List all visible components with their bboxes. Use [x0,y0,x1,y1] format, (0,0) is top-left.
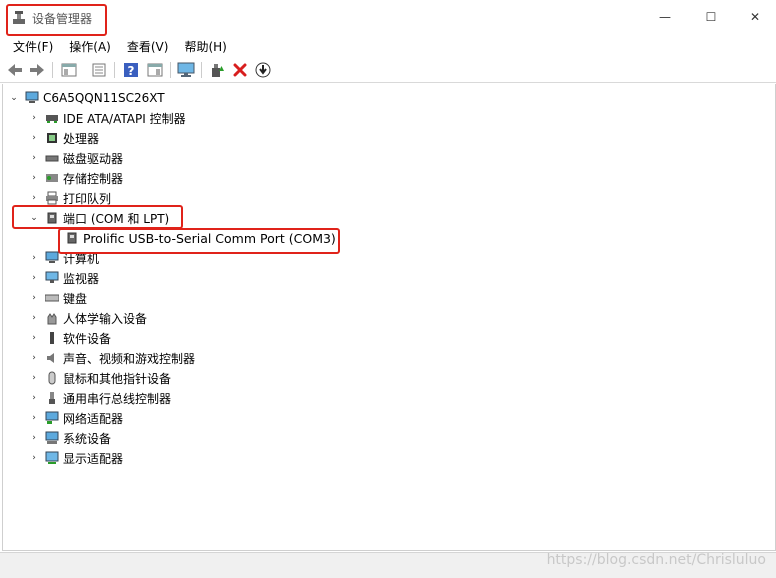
chevron-right-icon[interactable]: › [29,353,39,363]
sound-icon [45,351,59,365]
software-device-icon [45,331,59,345]
tree-root[interactable]: ⌄ C6A5QQN11SC26XT [9,89,165,107]
menu-action[interactable]: 操作(A) [61,36,119,56]
tree-category-display[interactable]: › 显示适配器 [29,449,123,467]
display-adapter-icon [45,451,59,465]
forward-icon[interactable] [28,61,46,79]
title-highlight-box [6,4,107,36]
chevron-right-icon[interactable]: › [29,153,39,163]
close-icon: ✕ [749,10,761,24]
monitor-icon[interactable] [177,61,195,79]
category-label: 监视器 [63,271,100,286]
chevron-right-icon[interactable]: › [29,113,39,123]
system-device-icon [45,431,59,445]
back-icon[interactable] [6,61,24,79]
tree-category-storage[interactable]: › 存储控制器 [29,169,123,187]
mouse-icon [45,371,59,385]
device-tree: ⌄ C6A5QQN11SC26XT › IDE ATA/ATAPI 控制器 › … [2,84,776,551]
tree-category-software[interactable]: › 软件设备 [29,329,111,347]
tree-category-disk[interactable]: › 磁盘驱动器 [29,149,123,167]
tree-category-ide[interactable]: › IDE ATA/ATAPI 控制器 [29,109,186,127]
processor-icon [45,131,59,145]
computer-name: C6A5QQN11SC26XT [43,91,165,105]
watermark-text: https://blog.csdn.net/Chrisluluo [546,552,766,568]
tree-category-mouse[interactable]: › 鼠标和其他指针设备 [29,369,171,387]
monitor-icon [45,271,59,285]
chevron-right-icon[interactable]: › [29,253,39,263]
chevron-right-icon[interactable]: › [29,173,39,183]
menu-bar: 文件(F) 操作(A) 查看(V) 帮助(H) [0,36,776,56]
menu-view[interactable]: 查看(V) [119,36,177,56]
category-label: 磁盘驱动器 [63,151,124,166]
minimize-icon: — [659,10,671,24]
category-label: 打印队列 [63,191,112,206]
disk-drive-icon [45,151,59,165]
network-adapter-icon [45,411,59,425]
chevron-right-icon[interactable]: › [29,273,39,283]
chevron-right-icon[interactable]: › [29,453,39,463]
category-label: 显示适配器 [63,451,124,466]
ide-controller-icon [45,111,59,125]
tree-category-network[interactable]: › 网络适配器 [29,409,123,427]
chevron-right-icon[interactable]: › [29,193,39,203]
tree-category-sound[interactable]: › 声音、视频和游戏控制器 [29,349,195,367]
category-label: 网络适配器 [63,411,124,426]
chevron-down-icon[interactable]: ⌄ [9,93,19,103]
tree-category-monitor[interactable]: › 监视器 [29,269,99,287]
category-label: 键盘 [63,291,88,306]
tree-category-processor[interactable]: › 处理器 [29,129,99,147]
ports-highlight-box [12,205,183,229]
toolbar-separator [201,62,202,78]
category-label: IDE ATA/ATAPI 控制器 [63,111,186,126]
keyboard-icon [44,291,60,305]
show-hide-tree-icon[interactable] [60,61,78,79]
chevron-right-icon[interactable]: › [29,373,39,383]
usb-icon [45,391,59,405]
computer-icon [45,251,59,265]
chevron-right-icon[interactable]: › [29,433,39,443]
hid-icon [45,311,59,325]
category-label: 处理器 [63,131,100,146]
maximize-icon: ☐ [705,10,717,24]
close-button[interactable]: ✕ [734,0,776,34]
toolbar-separator [170,62,171,78]
chevron-right-icon[interactable]: › [29,333,39,343]
device-highlight-box [58,228,340,254]
tree-category-hid[interactable]: › 人体学输入设备 [29,309,147,327]
tree-category-system[interactable]: › 系统设备 [29,429,111,447]
computer-icon [25,91,39,105]
chevron-right-icon[interactable]: › [29,413,39,423]
category-label: 系统设备 [63,431,112,446]
category-label: 鼠标和其他指针设备 [63,371,172,386]
toolbar: ? [0,58,776,83]
chevron-right-icon[interactable]: › [29,313,39,323]
action-pane-icon[interactable] [146,61,164,79]
chevron-right-icon[interactable]: › [29,393,39,403]
category-label: 软件设备 [63,331,112,346]
category-label: 存储控制器 [63,171,124,186]
category-label: 通用串行总线控制器 [63,391,172,406]
menu-help[interactable]: 帮助(H) [176,36,234,56]
maximize-button[interactable]: ☐ [688,0,734,34]
minimize-button[interactable]: — [642,0,688,34]
title-bar: 设备管理器 — ☐ ✕ [0,0,776,36]
chevron-right-icon[interactable]: › [29,133,39,143]
chevron-right-icon[interactable]: › [29,293,39,303]
toolbar-separator [114,62,115,78]
tree-category-usb[interactable]: › 通用串行总线控制器 [29,389,171,407]
toolbar-separator [52,62,53,78]
uninstall-icon[interactable] [231,61,249,79]
svg-text:?: ? [128,64,135,78]
properties-icon[interactable] [90,61,108,79]
printer-icon [45,191,59,205]
help-icon[interactable]: ? [122,61,140,79]
storage-controller-icon [45,171,59,185]
download-icon[interactable] [254,61,272,79]
update-driver-icon[interactable] [208,61,226,79]
tree-category-keyboard[interactable]: › 键盘 [29,289,87,307]
category-label: 声音、视频和游戏控制器 [63,351,196,366]
category-label: 人体学输入设备 [63,311,148,326]
menu-file[interactable]: 文件(F) [0,36,61,56]
